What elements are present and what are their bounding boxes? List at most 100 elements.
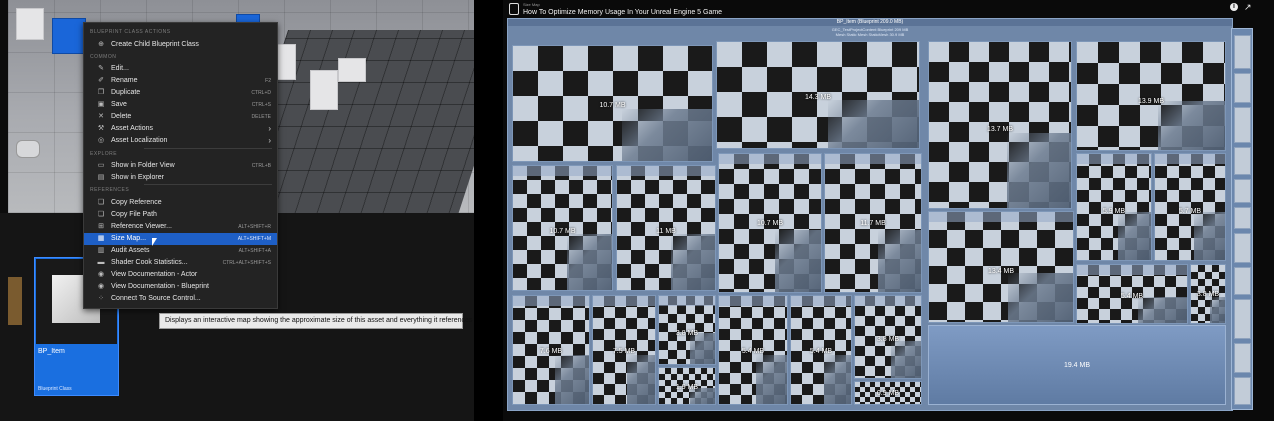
chevron-right-icon: › (268, 124, 271, 133)
size-map-tile[interactable]: 13.9 MB (1076, 41, 1226, 151)
size-map-tile[interactable]: 10.7 MB (512, 165, 613, 291)
sidebar-thumbnail[interactable] (1234, 377, 1251, 405)
folder-icon: ▭ (97, 162, 105, 169)
edit-icon: ✎ (98, 65, 104, 72)
menu-item-shader-cook-statistics[interactable]: ▬ Shader Cook Statistics... CTRL+ALT+SHI… (84, 257, 277, 269)
size-map-subtitle: Mesh Static Mesh StaticMesh 30.9 MB (835, 32, 905, 37)
size-map-tile[interactable]: 11.7 MB (824, 153, 922, 293)
size-map-tile[interactable]: 14.3 MB (716, 41, 920, 149)
blueprint-icon: ⊕ (98, 41, 104, 48)
sidebar-thumbnail[interactable] (1234, 267, 1251, 295)
copy-path-icon: ❏ (97, 211, 105, 218)
size-map-tile[interactable]: 13.4 MB (928, 211, 1074, 323)
asset-type: Blueprint Class (38, 386, 72, 392)
size-map-tile[interactable]: 5.4 MB (1076, 264, 1188, 324)
audit-icon: ▥ (97, 247, 105, 254)
save-icon: ▣ (97, 101, 105, 108)
editor-panel: BP_Item Blueprint Class BLUEPRINT CLASS … (0, 0, 474, 421)
menu-item-copy-file-path[interactable]: ❏ Copy File Path (84, 209, 277, 221)
size-map-tile[interactable]: 10.7 MB (512, 45, 713, 162)
folder-icon[interactable] (8, 277, 22, 325)
sidebar-thumbnail[interactable] (1234, 299, 1251, 339)
doc-icon: ◉ (97, 283, 105, 290)
menu-item-asset-actions[interactable]: ⚒ Asset Actions › (84, 123, 277, 135)
size-map-tile[interactable]: 3.8 MB (658, 295, 716, 365)
sidebar-thumbnail[interactable] (1234, 73, 1251, 103)
info-icon[interactable]: i (1230, 3, 1238, 11)
channel-name: Size Map (523, 2, 540, 7)
size-map-tile[interactable]: 7.6 MB (512, 295, 590, 405)
menu-item-asset-localization[interactable]: ◎ Asset Localization › (84, 135, 277, 147)
sidebar-thumbnail[interactable] (1234, 207, 1251, 229)
menu-item-size-map[interactable]: ▦ Size Map... ALT+SHIFT+M (84, 233, 277, 245)
chevron-right-icon: › (268, 136, 271, 145)
size-map-tile[interactable]: 0.9 MB (854, 381, 922, 405)
size-map-tile[interactable]: 5.9 MB (1076, 153, 1152, 261)
size-map-tile[interactable]: 1.9 MB (658, 367, 716, 405)
size-map-tooltip: Displays an interactive map showing the … (159, 313, 472, 329)
menu-item-copy-reference[interactable]: ❏ Copy Reference (84, 197, 277, 209)
sidebar-thumbnail[interactable] (1234, 179, 1251, 203)
shader-icon: ▬ (97, 259, 105, 266)
source-control-icon: ⁘ (98, 295, 104, 302)
size-map-tile-large[interactable]: 19.4 MB (928, 325, 1226, 405)
menu-section-header: COMMON (90, 54, 117, 60)
asset-name: BP_Item (38, 348, 65, 355)
size-map-tile[interactable]: 5.7 MB (1154, 153, 1226, 261)
reference-icon: ⊞ (98, 223, 104, 230)
rename-icon: ✐ (98, 77, 104, 84)
size-map-tile[interactable]: 10.7 MB (718, 153, 822, 293)
size-map-tile[interactable]: 5.4 MB (790, 295, 852, 405)
video-title[interactable]: How To Optimize Memory Usage In Your Unr… (523, 9, 722, 16)
menu-item-audit-assets[interactable]: ▥ Audit Assets ALT+SHIFT+A (84, 245, 277, 257)
sidebar-thumbnail[interactable] (1234, 147, 1251, 175)
size-map-sidebar (1231, 28, 1253, 410)
size-map-tile[interactable]: 3.8 MB (854, 295, 922, 379)
viewport-box (16, 8, 44, 40)
explorer-icon: ▤ (97, 174, 105, 181)
size-map-icon: ▦ (97, 235, 105, 242)
menu-item-show-in-folder-view[interactable]: ▭ Show in Folder View CTRL+B (84, 160, 277, 172)
menu-divider (144, 184, 272, 185)
sidebar-thumbnail[interactable] (1234, 35, 1251, 69)
viewport-box (310, 70, 338, 110)
asset-context-menu: BLUEPRINT CLASS ACTIONS ⊕ Create Child B… (83, 22, 278, 309)
viewport-box (338, 58, 366, 82)
menu-item-save[interactable]: ▣ Save CTRL+S (84, 99, 277, 111)
size-map-tile[interactable]: 7.5 MB (592, 295, 656, 405)
sidebar-thumbnail[interactable] (1234, 343, 1251, 373)
menu-item-show-in-explorer[interactable]: ▤ Show in Explorer (84, 172, 277, 184)
size-map-tile[interactable]: 13.7 MB (928, 41, 1072, 209)
mouse-cursor-icon (152, 238, 157, 246)
delete-icon: ✕ (98, 113, 104, 120)
size-map-tile[interactable]: 3.8 MB (1190, 264, 1226, 324)
size-map-tile[interactable]: 5.4 MB (718, 295, 788, 405)
size-map-title: BP_Item (Blueprint 209.0 MB) (508, 19, 1232, 26)
share-icon[interactable]: ↗ (1244, 2, 1252, 13)
menu-item-rename[interactable]: ✐ Rename F2 (84, 75, 277, 87)
sidebar-thumbnail[interactable] (1234, 233, 1251, 263)
channel-logo-icon[interactable] (509, 3, 519, 15)
viewport-blue-cube (52, 18, 86, 54)
video-panel: Size Map How To Optimize Memory Usage In… (503, 0, 1274, 421)
size-map-tile[interactable]: 11 MB (616, 165, 716, 291)
menu-section-header: REFERENCES (90, 187, 130, 193)
menu-item-duplicate[interactable]: ❐ Duplicate CTRL+D (84, 87, 277, 99)
doc-icon: ◉ (97, 271, 105, 278)
duplicate-icon: ❐ (97, 89, 105, 96)
globe-icon: ◎ (97, 137, 105, 144)
menu-item-view-docs-actor[interactable]: ◉ View Documentation - Actor (84, 269, 277, 281)
menu-divider (144, 148, 272, 149)
menu-section-header: BLUEPRINT CLASS ACTIONS (90, 29, 171, 35)
menu-item-edit[interactable]: ✎ Edit... (84, 63, 277, 75)
menu-item-create-child-blueprint[interactable]: ⊕ Create Child Blueprint Class (84, 39, 277, 51)
menu-item-reference-viewer[interactable]: ⊞ Reference Viewer... ALT+SHIFT+R (84, 221, 277, 233)
menu-item-view-docs-blueprint[interactable]: ◉ View Documentation - Blueprint (84, 281, 277, 293)
copy-icon: ❏ (97, 199, 105, 206)
menu-item-connect-source-control[interactable]: ⁘ Connect To Source Control... (84, 293, 277, 305)
size-map-window: BP_Item (Blueprint 209.0 MB) GEC_TestPro… (507, 18, 1233, 411)
menu-section-header: EXPLORE (90, 151, 118, 157)
wrench-icon: ⚒ (97, 125, 105, 132)
menu-item-delete[interactable]: ✕ Delete DELETE (84, 111, 277, 123)
sidebar-thumbnail[interactable] (1234, 107, 1251, 143)
